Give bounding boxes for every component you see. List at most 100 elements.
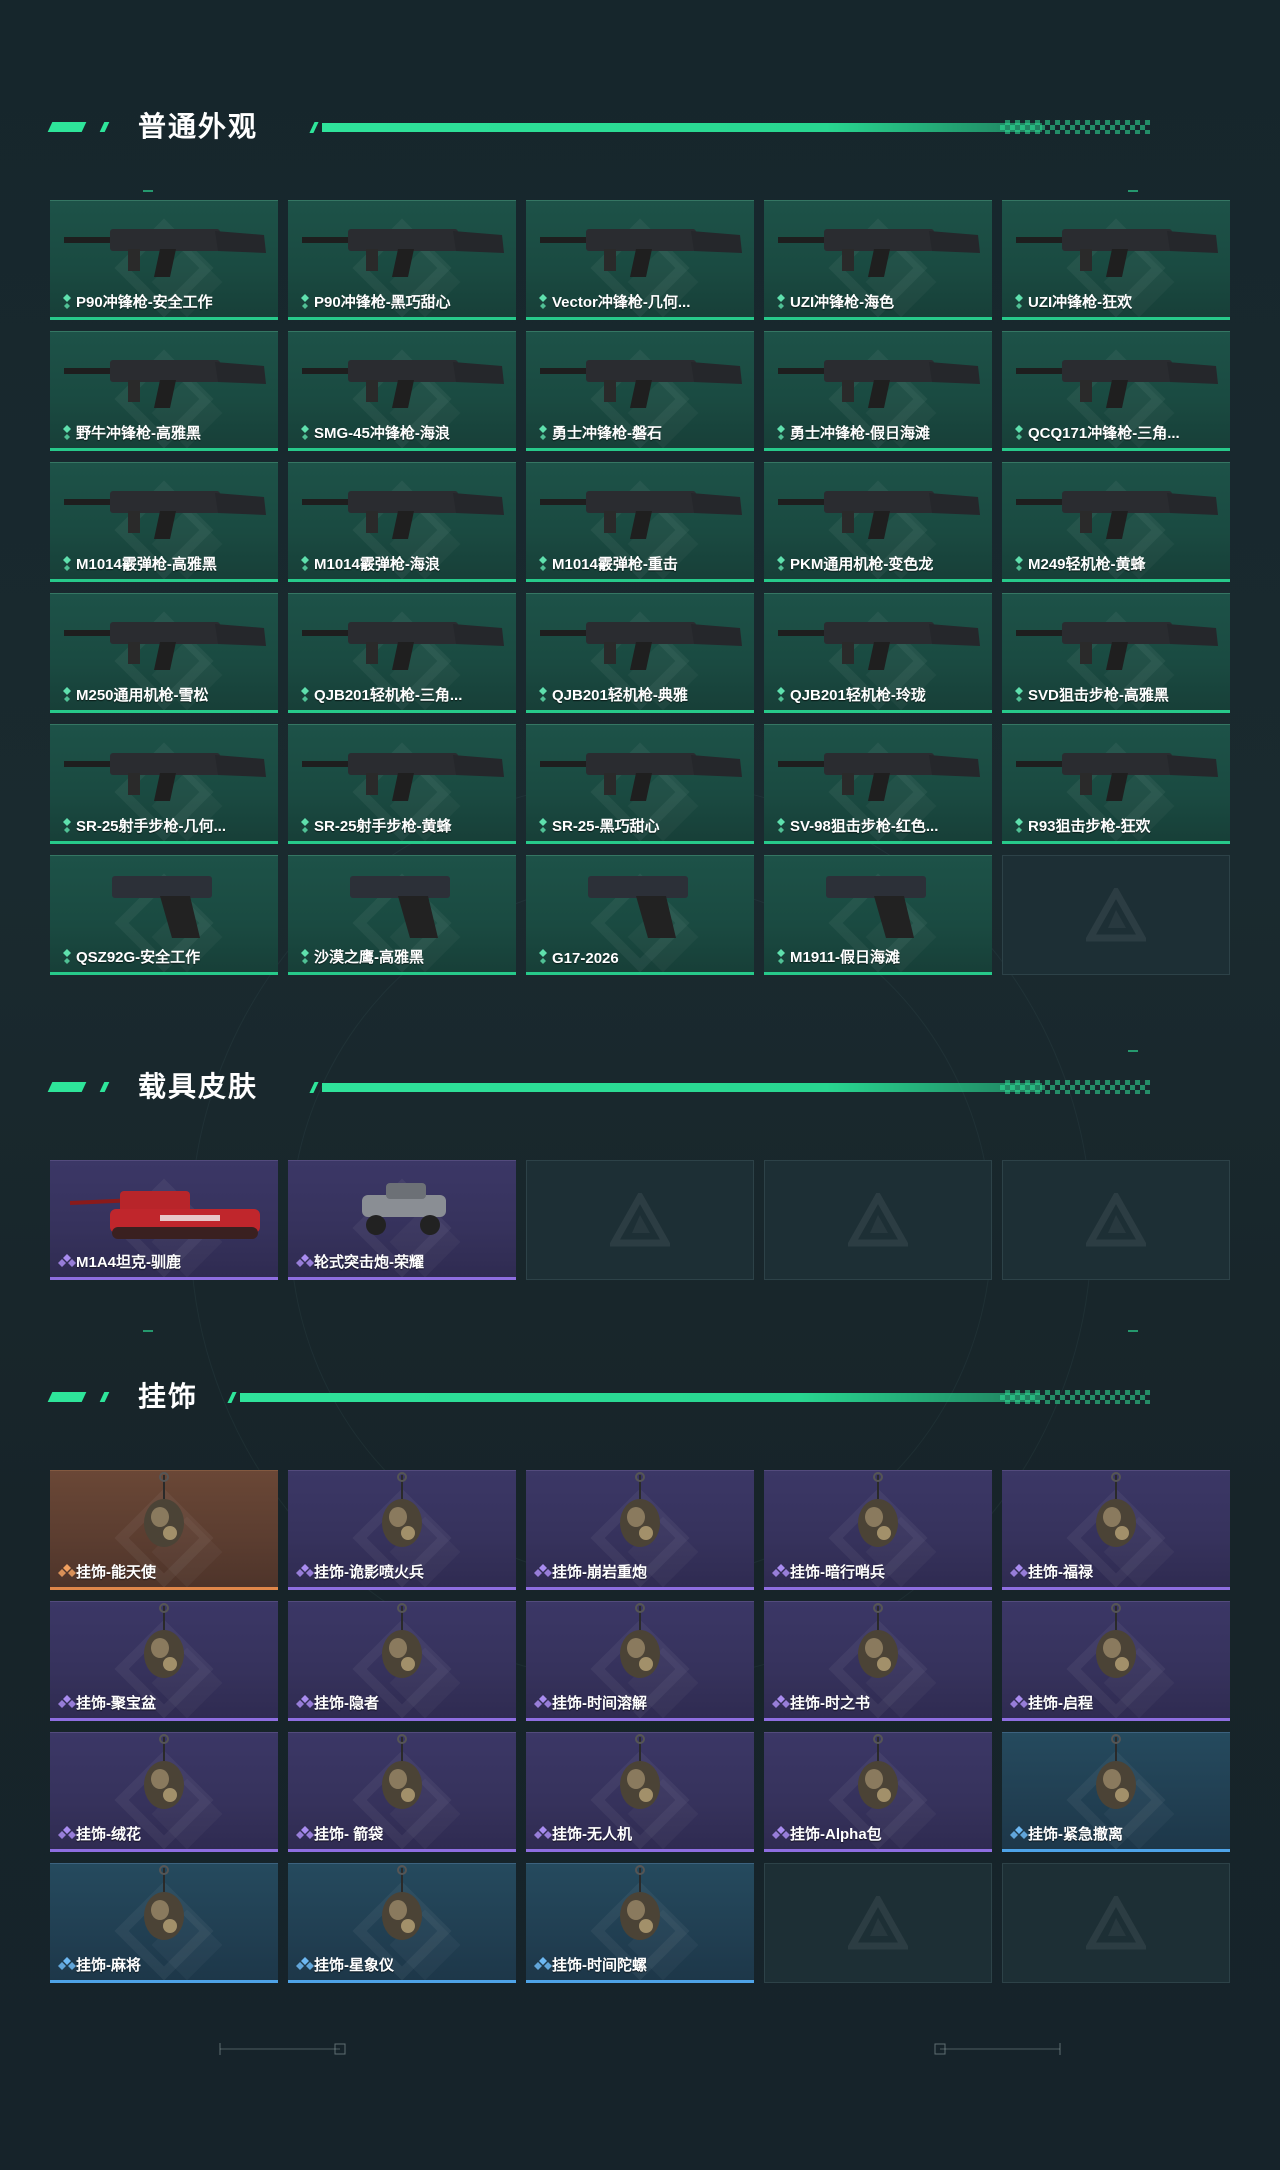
item-card[interactable]: 挂饰-时之书 (764, 1601, 992, 1721)
section-title: 普通外观 (138, 111, 259, 142)
empty-slot-logo-icon (1086, 1896, 1146, 1950)
item-card[interactable]: P90冲锋枪-安全工作 (50, 200, 278, 320)
item-card[interactable]: 挂饰-时间溶解 (526, 1601, 754, 1721)
item-card[interactable]: 野牛冲锋枪-高雅黑 (50, 331, 278, 451)
item-card[interactable]: 挂饰-暗行哨兵 (764, 1470, 992, 1590)
item-card[interactable]: SV-98狙击步枪-红色... (764, 724, 992, 844)
item-card[interactable]: QJB201轻机枪-典雅 (526, 593, 754, 713)
header-mark (99, 1082, 110, 1092)
item-label: UZI冲锋枪-狂欢 (1028, 294, 1133, 311)
decor-tick (1128, 190, 1138, 192)
footer-scale-right (934, 2043, 1061, 2055)
item-card[interactable]: M1014霰弹枪-高雅黑 (50, 462, 278, 582)
empty-slot-logo-icon (1086, 888, 1146, 942)
header-mark (47, 122, 87, 132)
item-card[interactable]: 挂饰-无人机 (526, 1732, 754, 1852)
header-tick (309, 122, 319, 133)
item-label: M250通用机枪-雪松 (76, 687, 209, 704)
item-card[interactable]: Vector冲锋枪-几何... (526, 200, 754, 320)
section-header-charms: 挂饰 (47, 1380, 1200, 1414)
item-label: SMG-45冲锋枪-海浪 (314, 425, 450, 442)
item-label: M1A4坦克-驯鹿 (76, 1254, 182, 1271)
empty-slot (1002, 1160, 1230, 1280)
item-card[interactable]: QJB201轻机枪-三角... (288, 593, 516, 713)
item-label: 挂饰-时间陀螺 (552, 1957, 647, 1974)
item-card[interactable]: M250通用机枪-雪松 (50, 593, 278, 713)
item-label: QCQ171冲锋枪-三角... (1028, 425, 1180, 442)
item-card[interactable]: PKM通用机枪-变色龙 (764, 462, 992, 582)
item-label: 挂饰-诡影喷火兵 (314, 1564, 424, 1581)
item-label: 挂饰-暗行哨兵 (790, 1564, 885, 1581)
header-mark (47, 1392, 87, 1402)
item-card[interactable]: 挂饰-聚宝盆 (50, 1601, 278, 1721)
empty-slot (764, 1160, 992, 1280)
item-card[interactable]: SR-25射手步枪-黄蜂 (288, 724, 516, 844)
item-card[interactable]: 挂饰-Alpha包 (764, 1732, 992, 1852)
item-card[interactable]: 挂饰-时间陀螺 (526, 1863, 754, 1983)
header-tick (309, 1082, 319, 1093)
item-card[interactable]: 沙漠之鹰-高雅黑 (288, 855, 516, 975)
item-label: SR-25射手步枪-几何... (76, 818, 227, 835)
charms-grid: 挂饰-能天使 挂饰-诡影喷火兵 挂饰-崩岩重炮 挂饰-暗行哨兵 挂饰-福禄 挂饰-聚宝盆挂… (50, 1470, 1230, 1983)
item-card[interactable]: M1014霰弹枪-海浪 (288, 462, 516, 582)
header-bar (322, 1083, 1042, 1092)
item-card[interactable]: 勇士冲锋枪-磐石 (526, 331, 754, 451)
header-mark (99, 122, 110, 132)
item-label: 挂饰-启程 (1028, 1695, 1093, 1712)
item-label: 沙漠之鹰-高雅黑 (314, 949, 424, 966)
header-bar (322, 123, 1042, 132)
item-card[interactable]: QSZ92G-安全工作 (50, 855, 278, 975)
item-label: SV-98狙击步枪-红色... (790, 818, 939, 835)
item-label: QJB201轻机枪-三角... (314, 687, 463, 704)
item-card[interactable]: 勇士冲锋枪-假日海滩 (764, 331, 992, 451)
item-card[interactable]: 挂饰-紧急撤离 (1002, 1732, 1230, 1852)
item-card[interactable]: M1911-假日海滩 (764, 855, 992, 975)
item-card[interactable]: SVD狙击步枪-高雅黑 (1002, 593, 1230, 713)
item-card[interactable]: UZI冲锋枪-狂欢 (1002, 200, 1230, 320)
item-card[interactable]: M249轻机枪-黄蜂 (1002, 462, 1230, 582)
item-card[interactable]: 挂饰-能天使 (50, 1470, 278, 1590)
item-label: Vector冲锋枪-几何... (552, 294, 691, 311)
item-label: SR-25射手步枪-黄蜂 (314, 818, 452, 835)
empty-slot (526, 1160, 754, 1280)
item-card[interactable]: QJB201轻机枪-玲珑 (764, 593, 992, 713)
item-card[interactable]: R93狙击步枪-狂欢 (1002, 724, 1230, 844)
item-card[interactable]: 挂饰-崩岩重炮 (526, 1470, 754, 1590)
item-card[interactable]: 挂饰-绒花 (50, 1732, 278, 1852)
item-card[interactable]: SMG-45冲锋枪-海浪 (288, 331, 516, 451)
item-card[interactable]: 挂饰-麻将 (50, 1863, 278, 1983)
item-label: M1014霰弹枪-海浪 (314, 556, 440, 573)
item-label: 挂饰-星象仪 (314, 1957, 394, 1974)
item-card[interactable]: 挂饰-启程 (1002, 1601, 1230, 1721)
item-label: P90冲锋枪-安全工作 (76, 294, 213, 311)
empty-slot-logo-icon (848, 1193, 908, 1247)
item-label: 挂饰-福禄 (1028, 1564, 1093, 1581)
item-card[interactable]: QCQ171冲锋枪-三角... (1002, 331, 1230, 451)
item-card[interactable]: UZI冲锋枪-海色 (764, 200, 992, 320)
item-card[interactable]: 挂饰- 箭袋 (288, 1732, 516, 1852)
item-label: QSZ92G-安全工作 (76, 949, 201, 966)
item-card[interactable]: P90冲锋枪-黑巧甜心 (288, 200, 516, 320)
empty-slot-logo-icon (610, 1193, 670, 1247)
item-card[interactable]: SR-25-黑巧甜心 (526, 724, 754, 844)
item-label: 轮式突击炮-荣耀 (314, 1254, 424, 1271)
item-card[interactable]: G17-2026 (526, 855, 754, 975)
item-card[interactable]: M1A4坦克-驯鹿 (50, 1160, 278, 1280)
empty-slot (1002, 855, 1230, 975)
item-card[interactable]: 挂饰-福禄 (1002, 1470, 1230, 1590)
header-bar (240, 1393, 1040, 1402)
item-label: 挂饰-聚宝盆 (76, 1695, 156, 1712)
decor-tick (143, 1330, 153, 1332)
item-card[interactable]: 挂饰-隐者 (288, 1601, 516, 1721)
footer-scale-left (219, 2043, 346, 2055)
item-card[interactable]: 轮式突击炮-荣耀 (288, 1160, 516, 1280)
section-header-vehicles: 载具皮肤 (47, 1070, 1200, 1104)
item-label: 勇士冲锋枪-假日海滩 (790, 425, 930, 442)
item-label: P90冲锋枪-黑巧甜心 (314, 294, 451, 311)
item-card[interactable]: 挂饰-星象仪 (288, 1863, 516, 1983)
item-card[interactable]: SR-25射手步枪-几何... (50, 724, 278, 844)
item-card[interactable]: 挂饰-诡影喷火兵 (288, 1470, 516, 1590)
item-card[interactable]: M1014霰弹枪-重击 (526, 462, 754, 582)
item-label: R93狙击步枪-狂欢 (1028, 818, 1151, 835)
empty-slot-logo-icon (848, 1896, 908, 1950)
